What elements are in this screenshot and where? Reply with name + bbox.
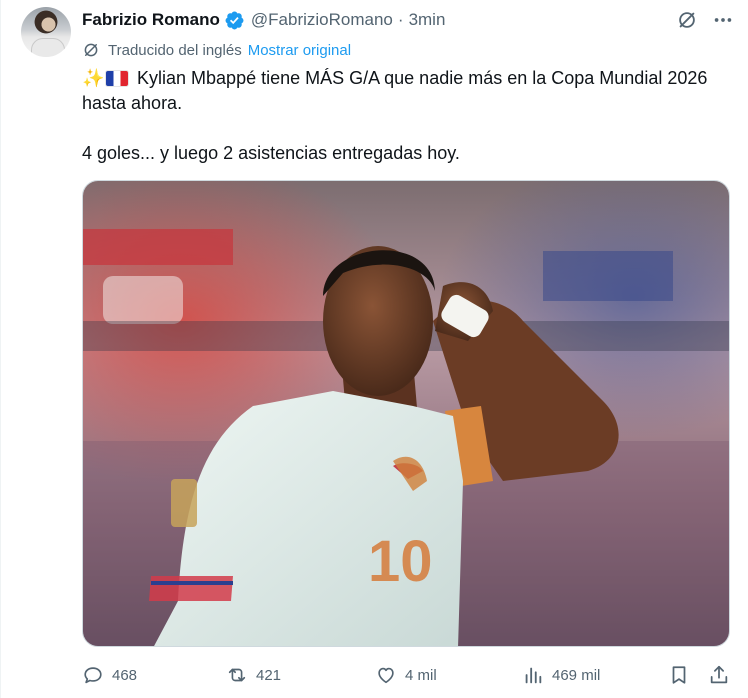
retweet-button[interactable]: 421 [226,661,281,689]
tweet-media[interactable]: 10 [82,180,730,647]
share-icon [710,665,728,684]
reply-icon [84,667,102,684]
tweet-time[interactable]: 3min [409,10,446,30]
analytics-icon [525,667,542,684]
retweet-count: 421 [256,666,282,684]
bookmark-button[interactable] [668,661,690,689]
author-name[interactable]: Fabrizio Romano [82,10,220,30]
views-button[interactable]: 469 mil [522,661,600,689]
translated-label: Traducido del inglés [108,41,242,59]
flag-france-icon [106,71,128,86]
views-count: 469 mil [552,666,601,684]
tweet-line-1-text: Kylian Mbappé tiene MÁS G/A que nadie má… [82,68,708,113]
more-options-icon[interactable] [712,9,734,31]
show-original-link[interactable]: Mostrar original [248,42,351,59]
translation-bar: Traducido del inglés Mostrar original [82,40,351,60]
retweet-icon [228,668,246,682]
separator-dot: · [397,10,404,29]
grok-translate-icon [82,41,100,59]
reply-count: 468 [112,666,138,684]
grok-icon[interactable] [676,9,698,31]
reply-button[interactable]: 468 [82,661,137,689]
tweet-text: ✨ Kylian Mbappé tiene MÁS G/A que nadie … [82,66,722,166]
author-handle[interactable]: @FabrizioRomano [251,10,393,30]
tweet-card[interactable]: Fabrizio Romano @FabrizioRomano · 3min T… [0,0,748,698]
svg-text:10: 10 [368,529,433,594]
photo-player-icon: 10 [83,181,729,646]
sparkles-icon: ✨ [82,68,105,88]
bookmark-icon [672,666,686,684]
tweet-header: Fabrizio Romano @FabrizioRomano · 3min [82,8,445,32]
verified-badge-icon [225,11,244,29]
tweet-line-2: 4 goles... y luego 2 asistencias entrega… [82,143,460,163]
tweet-line-1: ✨ Kylian Mbappé tiene MÁS G/A que nadie … [82,66,722,116]
tweet-actions: 468 421 4 mil 469 mil [82,661,732,689]
like-button[interactable]: 4 mil [375,661,437,689]
heart-icon [378,667,394,684]
author-avatar[interactable] [21,7,71,57]
share-button[interactable] [708,661,730,689]
like-count: 4 mil [405,666,437,684]
tweet-top-actions [676,9,734,31]
